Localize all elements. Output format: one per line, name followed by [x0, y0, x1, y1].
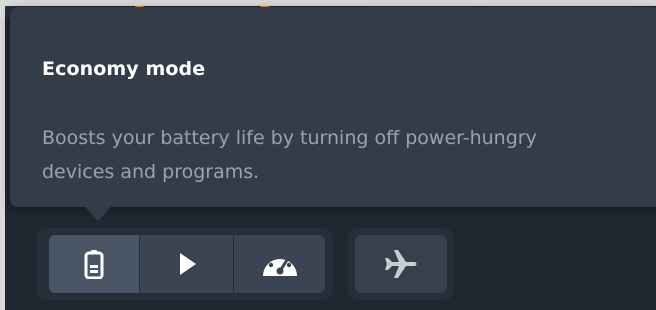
- play-icon: [176, 251, 198, 277]
- airplane-mode-group: [348, 228, 454, 300]
- speedometer-icon: [260, 249, 300, 279]
- economy-mode-button[interactable]: [49, 235, 139, 293]
- economy-mode-tooltip: Economy mode Boosts your battery life by…: [10, 7, 656, 207]
- normal-mode-button[interactable]: [140, 235, 233, 293]
- power-mode-selector: [37, 228, 333, 300]
- airplane-mode-button[interactable]: [355, 235, 447, 293]
- tooltip-pointer: [78, 199, 118, 221]
- battery-icon: [84, 249, 104, 279]
- tooltip-title: Economy mode: [42, 58, 206, 80]
- airplane-icon: [384, 247, 418, 281]
- performance-mode-button[interactable]: [234, 235, 325, 293]
- tooltip-description: Boosts your battery life by turning off …: [42, 127, 537, 183]
